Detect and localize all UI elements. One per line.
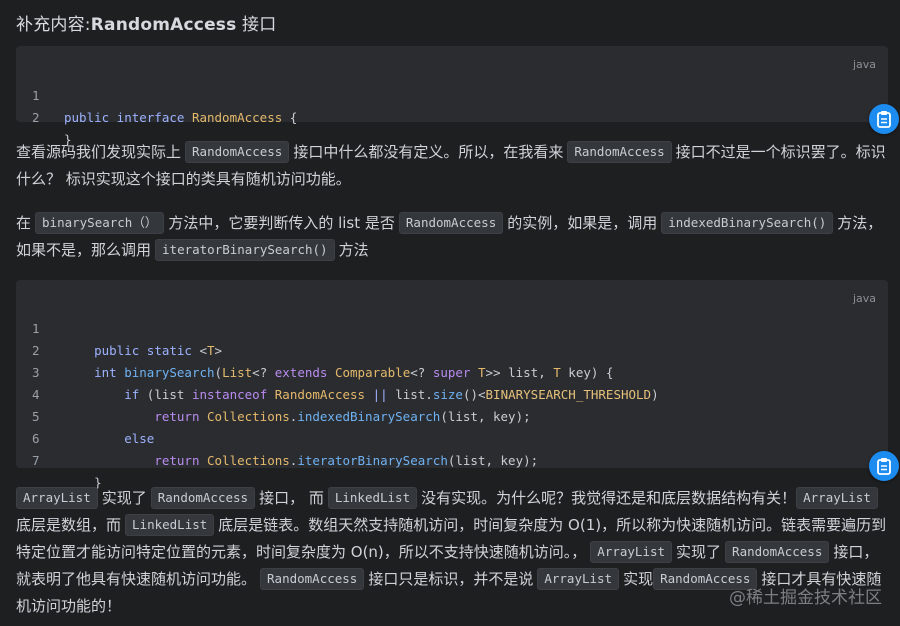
text-span: 底层是数组，而 <box>16 516 122 534</box>
text-span: 方法 <box>338 241 369 259</box>
inline-code: RandomAccess <box>150 487 256 509</box>
code-text: public interface RandomAccess { <box>64 110 298 125</box>
code-token: RandomAccess <box>191 110 283 125</box>
line-number: 2 <box>32 110 40 125</box>
watermark: @稀土掘金技术社区 <box>729 588 882 608</box>
text-span: 实现了 <box>676 543 722 561</box>
code-line: 5 else <box>16 384 888 446</box>
text-span: 接口中什么都没有定义。所以，在我看来 <box>293 143 564 161</box>
paragraph-2: 在 binarySearch（） 方法中，它要判断传入的 list 是否 Random… <box>16 210 890 264</box>
inline-code: ArrayList <box>796 487 878 509</box>
text-span: 接口只是标识，并不是说 <box>368 570 534 588</box>
code-token: return <box>154 453 200 468</box>
copy-code-button-2[interactable] <box>869 451 899 481</box>
clipboard-icon <box>877 111 891 128</box>
code-token: public interface <box>64 110 185 125</box>
inline-code: RandomAccess <box>725 541 830 563</box>
code-line: 2 } <box>16 85 888 147</box>
copy-code-button-1[interactable] <box>869 104 899 134</box>
text-span: 查看源码我们发现实际上 <box>16 143 182 161</box>
text-span: 的实例，如果是，调用 <box>507 214 658 232</box>
text-span: 实现了 <box>101 489 147 507</box>
inline-code: ArrayList <box>537 568 620 590</box>
text-span: 方法中，它要判断传入的 list 是否 <box>168 214 395 232</box>
code-token: Collections <box>207 453 290 468</box>
inline-code: LinkedList <box>125 514 215 536</box>
inline-code: LinkedList <box>327 487 418 509</box>
code-text: return Collections.iteratorBinarySearch(… <box>154 453 539 468</box>
code-line: 1 public interface RandomAccess { <box>16 63 888 125</box>
code-line: 4 return Collections.indexedBinarySearch… <box>16 362 888 424</box>
clipboard-icon <box>877 458 891 475</box>
text-span: 实现 <box>623 570 654 588</box>
heading-bold: RandomAccess <box>90 15 237 35</box>
heading-prefix: 补充内容: <box>16 15 91 35</box>
inline-code: ArrayList <box>16 487 98 509</box>
inline-code: ArrayList <box>590 541 673 563</box>
code-token: iteratorBinarySearch <box>297 453 448 468</box>
line-number: 7 <box>32 453 40 468</box>
code-line: 1 public static <T> <box>16 296 888 358</box>
code-line: 6 return Collections.iteratorBinarySearc… <box>16 406 888 468</box>
inline-code: binarySearch（） <box>35 212 165 234</box>
code-line: 3 if (list instanceof RandomAccess || li… <box>16 340 888 402</box>
text-span: 没有实现。为什么呢？我觉得还是和底层数据结构有关！ <box>421 489 797 507</box>
code-line: 7 } <box>16 428 888 490</box>
heading-suffix: 接口 <box>236 15 277 35</box>
text-span: 接口， 而 <box>259 489 324 507</box>
code-block-2: java 1 public static <T> 2 int binarySea… <box>16 280 888 490</box>
inline-code: RandomAccess <box>260 568 365 590</box>
inline-code: indexedBinarySearch() <box>661 212 834 234</box>
section-heading: 补充内容:RandomAccess 接口 <box>16 10 276 35</box>
code-block-1: java 1 public interface RandomAccess { 2… <box>16 46 888 147</box>
inline-code: RandomAccess <box>398 212 504 234</box>
inline-code: RandomAccess <box>567 141 672 163</box>
inline-code: RandomAccess <box>185 141 290 163</box>
text-span: 在 <box>16 214 32 232</box>
code-line: 2 int binarySearch(List<? extends Compar… <box>16 318 888 380</box>
paragraph-1: 查看源码我们发现实际上 RandomAccess 接口中什么都没有定义。所以，在我看… <box>16 139 890 193</box>
inline-code: iteratorBinarySearch() <box>155 239 335 261</box>
